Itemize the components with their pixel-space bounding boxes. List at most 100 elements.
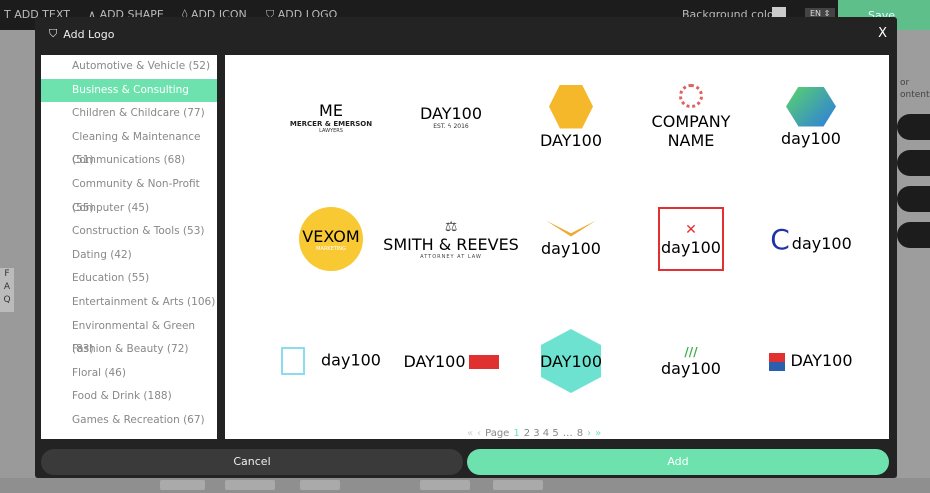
vexom-logo[interactable]: VEXOM MARKETING [271, 199, 391, 279]
logo-mark: COMPANY NAME [651, 84, 731, 150]
y-field[interactable] [225, 480, 275, 490]
page-links[interactable]: 2 3 4 5 [524, 428, 559, 439]
category-list[interactable]: Automotive & Vehicle (52) Business & Cons… [41, 55, 217, 439]
category-item[interactable]: Business & Consulting (111) [41, 78, 217, 119]
logo-text: DAY100 [419, 104, 483, 123]
category-item[interactable]: Entertainment & Arts (106) [41, 291, 217, 315]
first-page-button[interactable]: « [467, 428, 473, 439]
close-button[interactable]: X [878, 26, 887, 41]
day100-logo[interactable]: DAY100 EST. ϟ 2016 [391, 77, 511, 157]
faq-tab[interactable]: F A Q [0, 268, 14, 312]
logo-mark: Cday100 [770, 222, 852, 256]
logo-mark: day100 [281, 347, 381, 375]
leaf-logo[interactable]: ///day100 [631, 321, 751, 401]
logo-subtext: ATTORNEY AT LAW [420, 253, 482, 260]
category-item[interactable]: Food & Drink (188) [41, 385, 217, 409]
logo-text: DAY100 [403, 351, 466, 371]
logo-mark: ⚖ SMITH & REEVES ATTORNEY AT LAW [383, 218, 519, 260]
logo-text: day100 [791, 233, 852, 253]
prev-page-button[interactable]: ‹ [477, 428, 481, 439]
logo-text: day100 [781, 128, 841, 148]
category-item[interactable]: Dating (42) [41, 244, 217, 268]
height-field[interactable] [493, 480, 543, 490]
panel-button[interactable] [897, 186, 930, 212]
category-item[interactable]: Communications (68) [41, 149, 217, 173]
mercer-emerson-logo[interactable]: ME MERCER & EMERSON LAWYERS [271, 77, 391, 157]
category-item[interactable]: Children & Childcare (77) [41, 102, 217, 126]
last-page-button[interactable]: » [595, 428, 601, 439]
logo-text: DAY100 [539, 351, 603, 371]
right-panel-text: ontent [900, 90, 930, 100]
logo-subtext: MERCER & EMERSON [289, 119, 373, 128]
category-item[interactable]: Automotive & Vehicle (52) [41, 55, 217, 79]
flag-logo[interactable]: DAY100 [391, 321, 511, 401]
logo-text: DAY100 [539, 130, 603, 150]
logo-mark: day100 [781, 86, 841, 148]
hexagon-logo[interactable]: day100 [751, 77, 871, 157]
category-item[interactable]: Environmental & Green (83) [41, 315, 217, 356]
logo-mark: DAY100 [769, 351, 853, 371]
logo-text: day100 [321, 350, 381, 370]
logo-text: ME [319, 100, 343, 120]
modal-header: ⛉ Add Logo [49, 27, 114, 41]
category-item[interactable]: Fashion & Beauty (72) [41, 338, 217, 362]
page-ellipsis: … [562, 428, 573, 439]
category-item[interactable]: Cleaning & Maintenance (51) [41, 126, 217, 167]
logo-subtext: EST. ϟ 2016 [433, 123, 469, 130]
logo-mark: DAY100 EST. ϟ 2016 [420, 104, 482, 130]
category-item[interactable]: Education (55) [41, 267, 217, 291]
canvas-area [0, 30, 35, 493]
page-current[interactable]: 1 [513, 428, 519, 439]
logo-text: day100 [541, 238, 601, 258]
category-item[interactable]: Construction & Tools (53) [41, 220, 217, 244]
next-page-button[interactable]: › [587, 428, 591, 439]
add-logo-modal: ⛉ Add Logo X Automotive & Vehicle (52) Bu… [35, 17, 897, 478]
logo-mark: ///day100 [661, 344, 721, 378]
logo-mark: ✕ day100 [658, 207, 724, 271]
pagination: « ‹ Page 1 2 3 4 5 … 8 › » [467, 428, 601, 439]
panel-button[interactable] [897, 150, 930, 176]
logo-subtext: MARKETING [316, 245, 346, 252]
rotation-field[interactable] [300, 480, 340, 490]
logo-mark: VEXOM MARKETING [299, 207, 363, 271]
logo-mark: ME MERCER & EMERSON LAWYERS [290, 101, 372, 134]
page-last-link[interactable]: 8 [577, 428, 583, 439]
company-name-logo[interactable]: COMPANY NAME [631, 77, 751, 157]
text-icon: T [4, 8, 15, 21]
x-field[interactable] [160, 480, 205, 490]
logo-subtext: NAME [667, 131, 715, 150]
panel-button[interactable] [897, 114, 930, 140]
c-logo[interactable]: Cday100 [751, 199, 871, 279]
logo-text: VEXOM [302, 226, 360, 246]
logo-text: COMPANY [651, 112, 731, 131]
red-square-logo[interactable]: ✕ day100 [631, 199, 751, 279]
width-field[interactable] [420, 480, 470, 490]
logo-grid: « ‹ Page 1 2 3 4 5 … 8 › » ME MERCER & EM… [225, 55, 889, 439]
hex-cube-logo[interactable]: DAY100 [511, 321, 631, 401]
logo-mark: DAY100 [541, 329, 601, 393]
shield-icon: ⛉ [49, 27, 58, 40]
right-panel-text: or [900, 78, 910, 88]
category-item[interactable]: Floral (46) [41, 362, 217, 386]
logo-text: day100 [661, 237, 721, 257]
building-logo[interactable]: day100 [271, 321, 391, 401]
bee-logo[interactable]: DAY100 [511, 77, 631, 157]
logo-text: SMITH & REEVES [383, 234, 519, 254]
logo-text: DAY100 [790, 351, 853, 371]
logo-mark: day100 [541, 220, 601, 258]
logo-mark: DAY100 [539, 84, 603, 150]
smith-reeves-logo[interactable]: ⚖ SMITH & REEVES ATTORNEY AT LAW [383, 199, 519, 279]
logo-mark: DAY100 [403, 351, 499, 371]
category-item[interactable]: Community & Non-Profit (55) [41, 173, 217, 214]
panel-button[interactable] [897, 222, 930, 248]
category-item[interactable]: Games & Recreation (67) [41, 409, 217, 433]
modal-title: Add Logo [63, 27, 115, 41]
arrow-logo[interactable]: DAY100 [751, 321, 871, 401]
cancel-button[interactable]: Cancel [41, 449, 463, 475]
logo-text: day100 [661, 358, 721, 378]
add-button[interactable]: Add [467, 449, 889, 475]
category-item[interactable]: Computer (45) [41, 197, 217, 221]
page-label: Page [485, 428, 510, 439]
wings-logo[interactable]: day100 [511, 199, 631, 279]
logo-subtext: LAWYERS [319, 127, 343, 134]
